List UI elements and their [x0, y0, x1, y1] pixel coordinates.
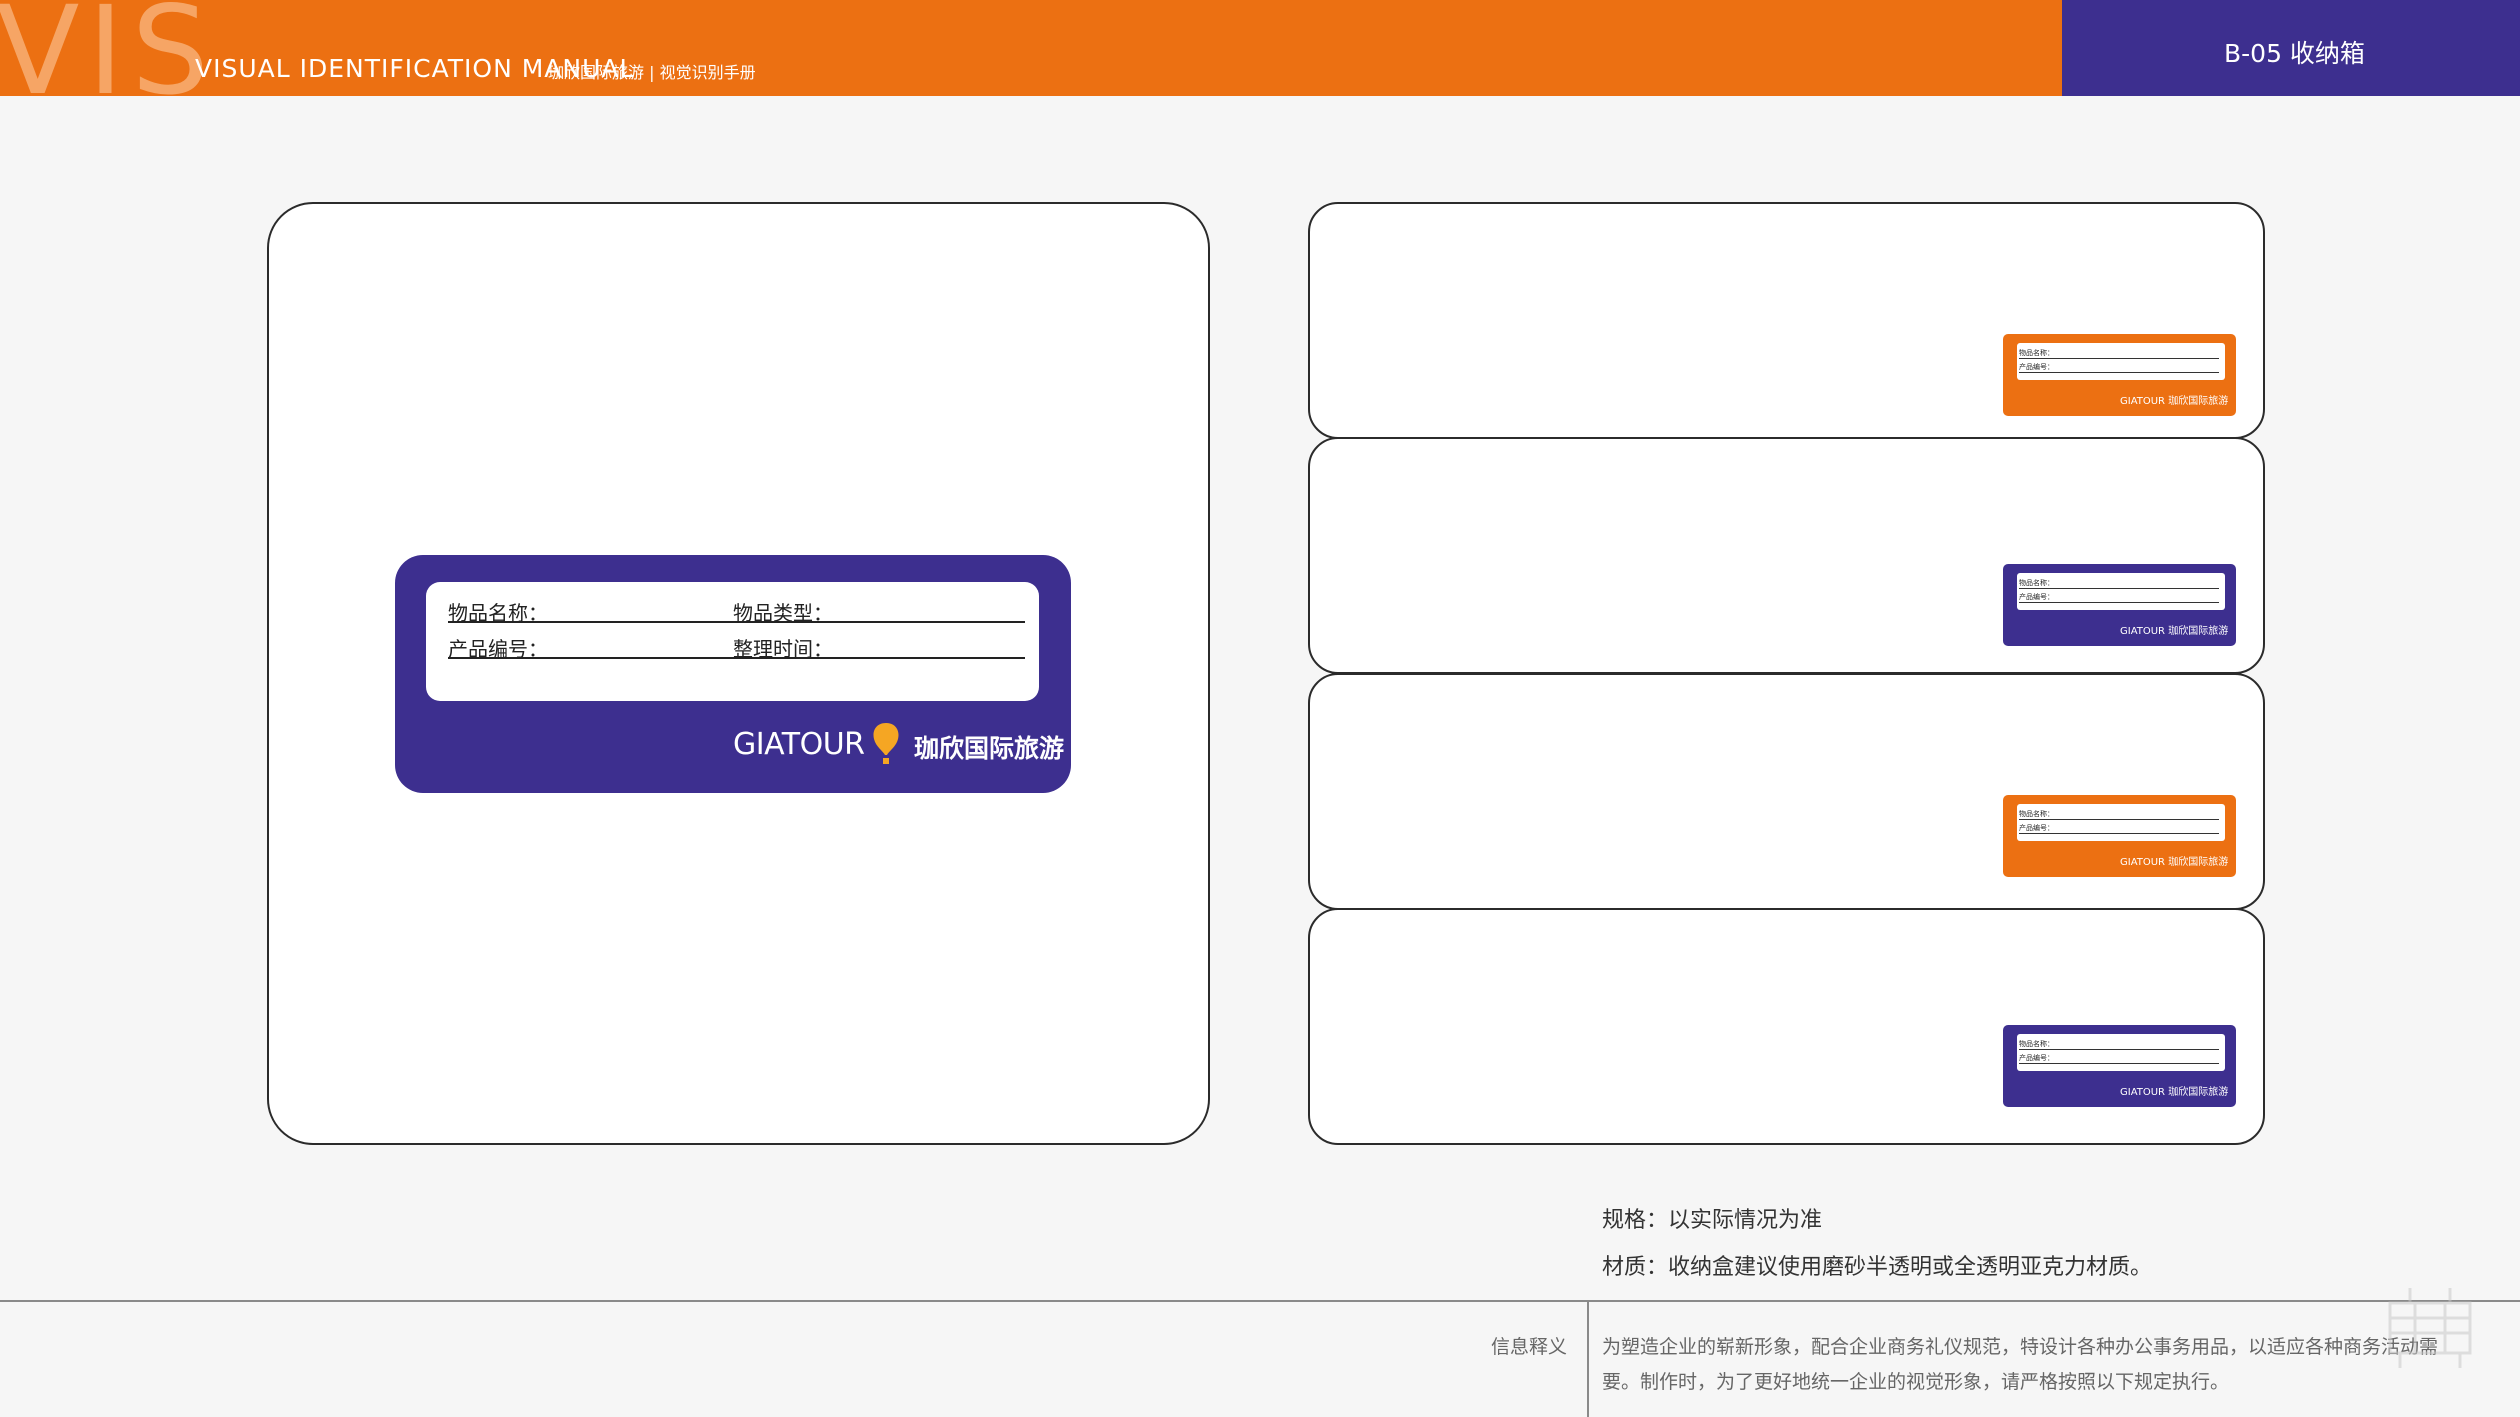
- mini-brand-logo: GIATOUR 珈欣国际旅游: [2120, 626, 2229, 637]
- spec-size: 规格：以实际情况为准: [1602, 1208, 1823, 1233]
- mini-item-name: 物品名称：: [2019, 349, 2054, 357]
- mini-brand-logo: GIATOUR 珈欣国际旅游: [2120, 396, 2229, 407]
- mini-field-card: 物品名称： 产品编号：: [2017, 343, 2225, 380]
- mini-product-no: 产品编号：: [2019, 593, 2054, 601]
- balloon-icon: [873, 723, 899, 764]
- storage-label-small-orange: 物品名称： 产品编号： GIATOUR 珈欣国际旅游: [2003, 334, 2236, 416]
- footer-vertical-divider: [1587, 1302, 1589, 1417]
- mini-line: [2019, 588, 2219, 589]
- manual-subtitle: 珈欣国际旅游 | 视觉识别手册: [548, 63, 756, 82]
- spec-material: 材质：收纳盒建议使用磨砂半透明或全透明亚克力材质。: [1602, 1255, 2153, 1280]
- footer-divider-line: [0, 1300, 2520, 1302]
- mini-field-card: 物品名称： 产品编号：: [2017, 573, 2225, 610]
- mini-line: [2019, 1063, 2219, 1064]
- mini-product-no: 产品编号：: [2019, 363, 2054, 371]
- footer-description-line2: 要。制作时，为了更好地统一企业的视觉形象，请严格按照以下规定执行。: [1602, 1371, 2230, 1393]
- field-line: [448, 657, 1025, 659]
- mini-product-no: 产品编号：: [2019, 824, 2054, 832]
- storage-label-small-purple: 物品名称： 产品编号： GIATOUR 珈欣国际旅游: [2003, 564, 2236, 646]
- page-code: B-05 收纳箱: [2224, 39, 2365, 68]
- brand-logo-cn: 珈欣国际旅游: [914, 734, 1065, 763]
- storage-label-large: 物品名称： 物品类型： 产品编号： 整理时间： GIATOUR 珈欣国际旅游: [395, 555, 1071, 793]
- mini-line: [2019, 358, 2219, 359]
- mini-field-card: 物品名称： 产品编号：: [2017, 804, 2225, 841]
- mini-item-name: 物品名称：: [2019, 579, 2054, 587]
- mini-field-card: 物品名称： 产品编号：: [2017, 1034, 2225, 1071]
- mini-line: [2019, 819, 2219, 820]
- footer-description-line1: 为塑造企业的崭新形象，配合企业商务礼仪规范，特设计各种办公事务用品，以适应各种商…: [1602, 1336, 2439, 1358]
- mini-line: [2019, 833, 2219, 834]
- storage-label-small-purple: 物品名称： 产品编号： GIATOUR 珈欣国际旅游: [2003, 1025, 2236, 1107]
- mini-brand-logo: GIATOUR 珈欣国际旅游: [2120, 1087, 2229, 1098]
- storage-label-small-orange: 物品名称： 产品编号： GIATOUR 珈欣国际旅游: [2003, 795, 2236, 877]
- watermark-icon: [2388, 1288, 2472, 1368]
- mini-brand-logo: GIATOUR 珈欣国际旅游: [2120, 857, 2229, 868]
- vis-mark: VIS: [0, 0, 217, 122]
- mini-line: [2019, 602, 2219, 603]
- mini-line: [2019, 372, 2219, 373]
- footer-label: 信息释义: [1491, 1336, 1568, 1358]
- field-line: [448, 621, 1025, 623]
- mini-line: [2019, 1049, 2219, 1050]
- brand-logo-en: GIATOUR: [733, 727, 865, 762]
- mini-item-name: 物品名称：: [2019, 810, 2054, 818]
- label-field-card: 物品名称： 物品类型： 产品编号： 整理时间：: [426, 582, 1039, 701]
- mini-product-no: 产品编号：: [2019, 1054, 2054, 1062]
- mini-item-name: 物品名称：: [2019, 1040, 2054, 1048]
